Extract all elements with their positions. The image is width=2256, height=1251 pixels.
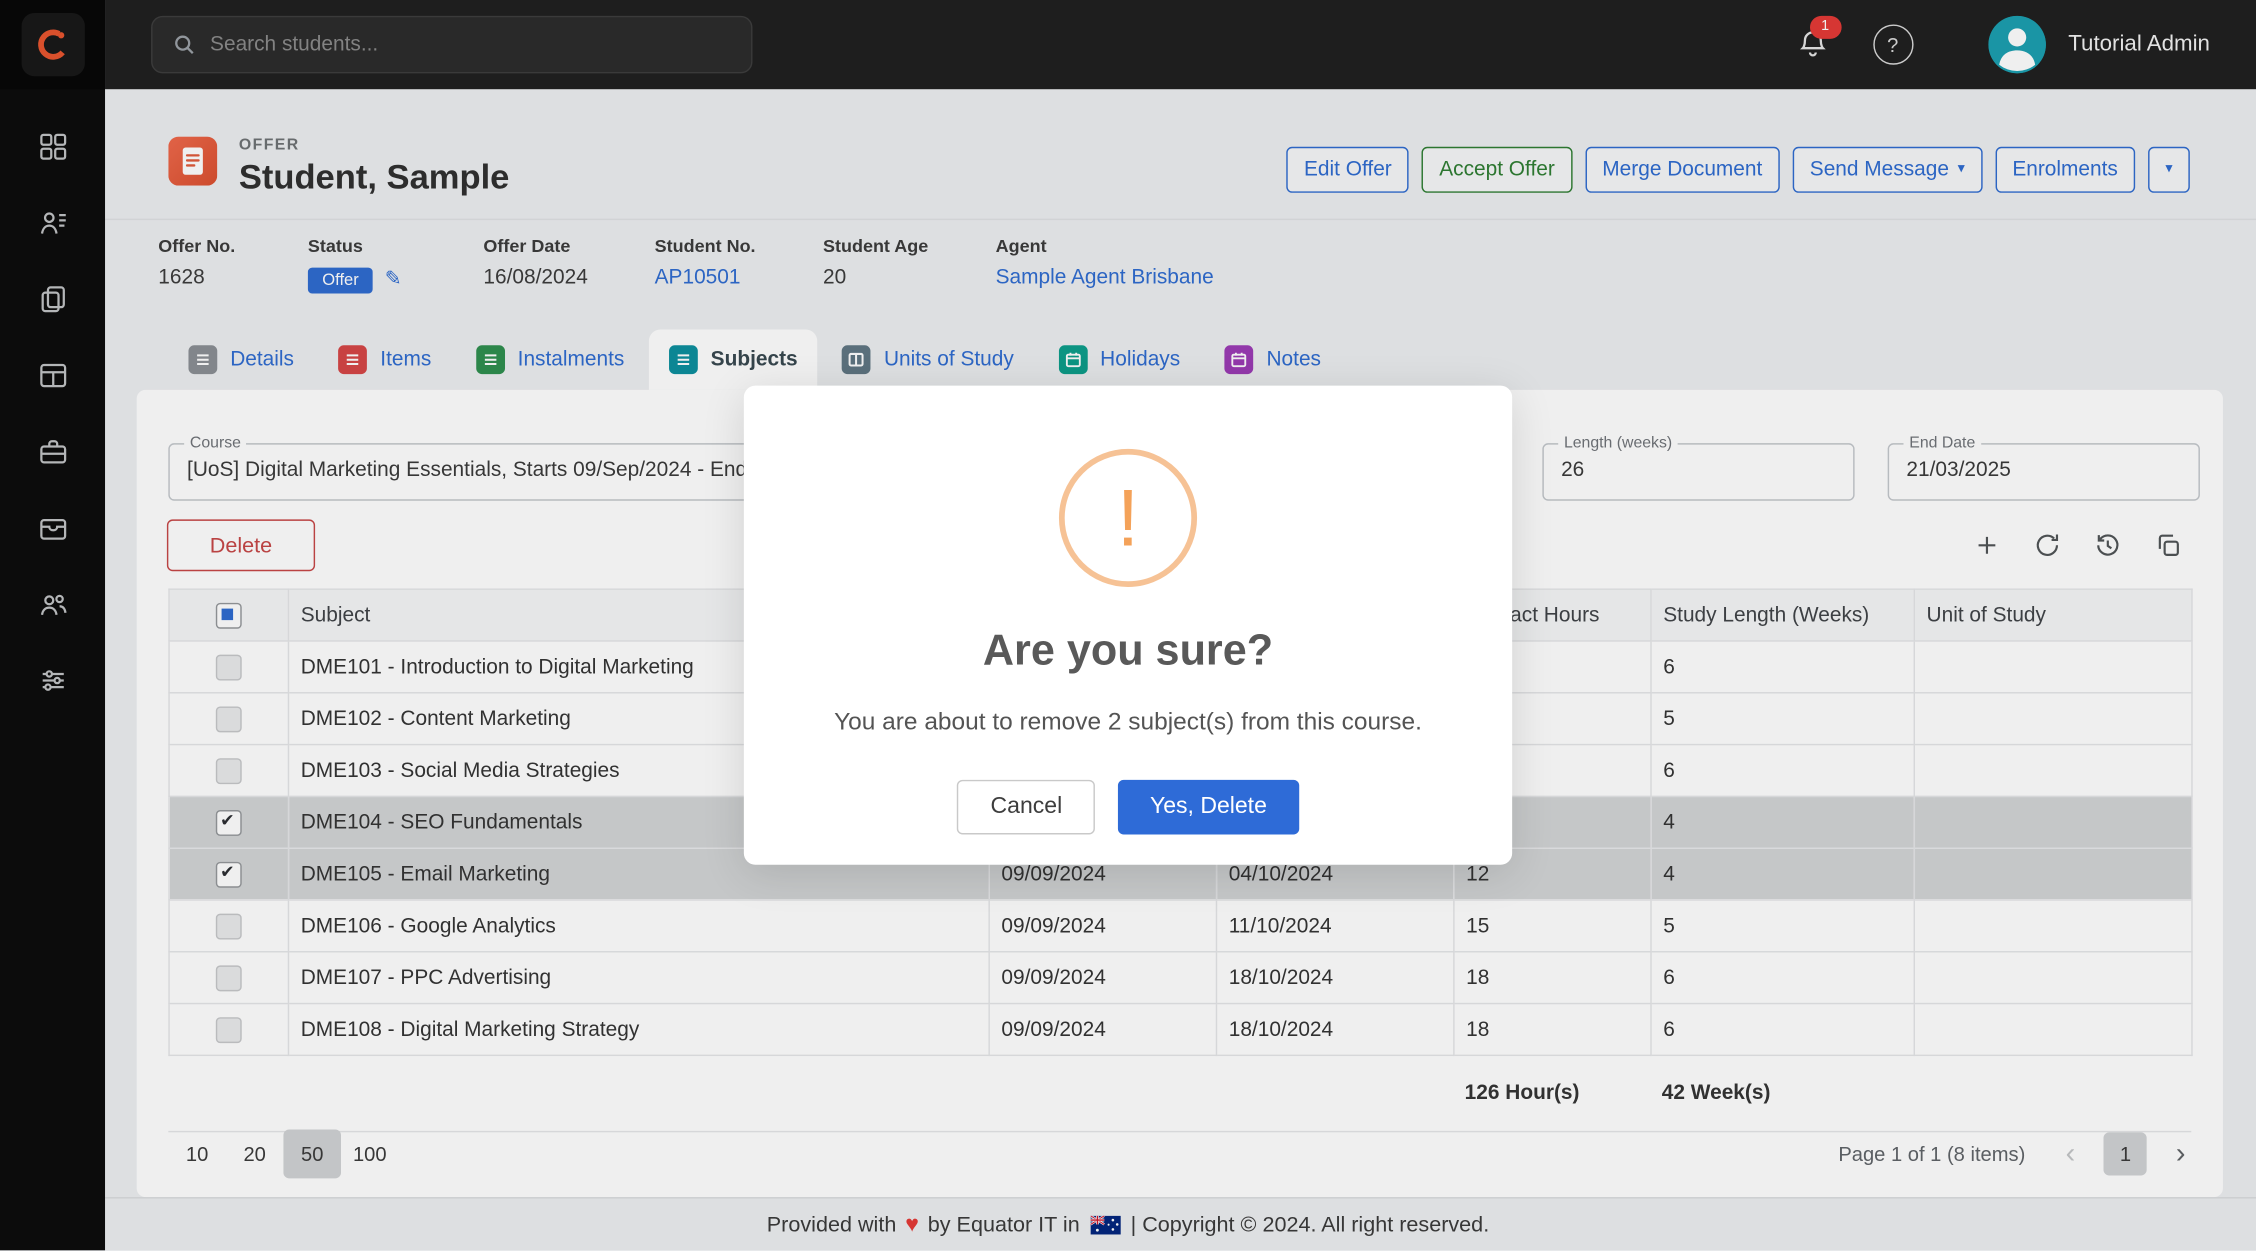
dialog-title: Are you sure? — [744, 627, 1512, 676]
cancel-button[interactable]: Cancel — [957, 780, 1095, 835]
confirm-delete-button[interactable]: Yes, Delete — [1118, 780, 1298, 835]
exclamation-icon: ! — [1117, 478, 1139, 559]
dialog-actions: Cancel Yes, Delete — [744, 780, 1512, 835]
warning-icon: ! — [1059, 449, 1197, 587]
application-window: 1 ? Tutorial Admin OFFER Student, Sample… — [0, 0, 2256, 1250]
dialog-message: You are about to remove 2 subject(s) fro… — [744, 708, 1512, 737]
confirm-dialog: ! Are you sure? You are about to remove … — [744, 386, 1512, 865]
